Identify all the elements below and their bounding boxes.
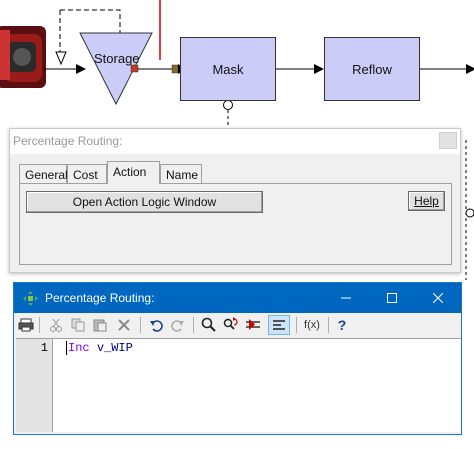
arrowhead-icon-4 [466, 64, 474, 74]
arrowhead-icon-3 [314, 64, 324, 74]
storage-label: Storage [94, 51, 140, 66]
tab-name-label: Name [166, 168, 199, 182]
open-action-logic-button[interactable]: Open Action Logic Window [26, 191, 263, 213]
code-editor[interactable]: 1 Inc v_WIP [16, 338, 461, 432]
tab-cost[interactable]: Cost [67, 164, 107, 183]
help-icon[interactable]: ? [333, 316, 351, 334]
editor-title: Percentage Routing: [45, 291, 155, 305]
minimize-icon [341, 297, 351, 299]
mask-input-port[interactable] [171, 64, 179, 74]
minimize-button[interactable] [323, 283, 369, 313]
dashed-down-arrow-icon [55, 51, 67, 66]
editor-titlebar[interactable]: Percentage Routing: [14, 283, 461, 313]
storage-output-port[interactable] [130, 64, 139, 73]
app-icon [23, 291, 38, 306]
tab-cost-label: Cost [73, 168, 98, 182]
tab-general-label: General [25, 168, 68, 182]
maximize-button[interactable] [369, 283, 415, 313]
reflow-label: Reflow [352, 61, 392, 77]
close-icon [433, 293, 443, 303]
find-replace-icon[interactable] [222, 316, 240, 334]
line-number: 1 [40, 341, 48, 355]
arrival-machine-icon[interactable] [0, 26, 46, 88]
right-node[interactable] [465, 208, 474, 218]
toolbar-separator-2 [140, 317, 141, 333]
code-variable: v_WIP [96, 341, 133, 355]
editor-toolbar: f(x) ? [14, 313, 461, 337]
tab-general[interactable]: General [19, 164, 68, 183]
find-icon[interactable] [200, 316, 218, 334]
tab-name[interactable]: Name [160, 164, 202, 183]
code-line[interactable]: Inc v_WIP [68, 341, 133, 355]
dialog-close-button[interactable] [439, 132, 457, 149]
reflow-node[interactable]: Reflow [324, 37, 420, 101]
redo-icon[interactable] [169, 316, 187, 334]
maximize-icon [387, 293, 397, 303]
toolbar-separator-3 [193, 317, 194, 333]
dialog-titlebar[interactable]: Percentage Routing: [10, 129, 460, 154]
close-button[interactable] [415, 283, 461, 313]
text-cursor [66, 341, 67, 355]
logic-editor-window: Percentage Routing: f(x) ? 1 Inc v_WIP [13, 282, 462, 435]
paste-icon[interactable] [91, 316, 109, 334]
action-tab-panel: Open Action Logic Window Help [19, 183, 452, 265]
tab-action[interactable]: Action [107, 161, 160, 184]
arrowhead-icon [76, 64, 86, 74]
code-keyword: Inc [68, 341, 90, 355]
tab-action-label: Action [113, 165, 147, 179]
toolbar-separator [39, 317, 40, 333]
mask-downtime-node[interactable] [223, 100, 233, 110]
function-icon[interactable]: f(x) [301, 316, 323, 334]
print-icon[interactable] [17, 316, 35, 334]
toolbar-separator-5 [328, 317, 329, 333]
copy-icon[interactable] [69, 316, 87, 334]
dialog-title: Percentage Routing: [13, 134, 123, 148]
toolbar-separator-4 [296, 317, 297, 333]
cut-icon[interactable] [47, 316, 65, 334]
mask-node[interactable]: Mask [180, 37, 276, 101]
mask-label: Mask [212, 61, 244, 77]
delete-icon[interactable] [115, 316, 133, 334]
percentage-routing-dialog: Percentage Routing: General Cost Action … [9, 128, 461, 273]
format-icon[interactable] [268, 315, 290, 335]
undo-icon[interactable] [147, 316, 165, 334]
help-button[interactable]: Help [408, 191, 445, 211]
bookmark-icon[interactable] [244, 316, 262, 334]
line-number-gutter: 1 [16, 339, 53, 432]
